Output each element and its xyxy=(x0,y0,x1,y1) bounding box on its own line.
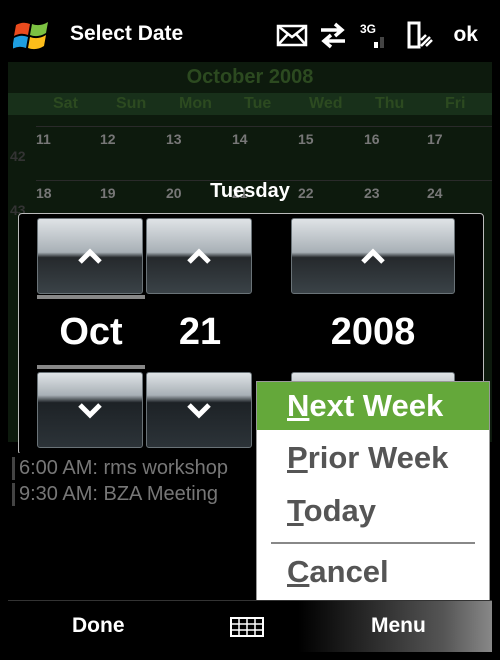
chevron-up-icon xyxy=(361,248,385,264)
calendar-day[interactable]: 13 xyxy=(166,131,182,147)
envelope-icon[interactable] xyxy=(276,20,308,50)
phone-icon[interactable] xyxy=(404,20,434,50)
calendar-day[interactable]: 17 xyxy=(427,131,443,147)
day-value[interactable]: 21 xyxy=(146,311,254,354)
keyboard-icon[interactable] xyxy=(230,617,264,637)
calendar-day[interactable]: 16 xyxy=(364,131,380,147)
menu-item-label: ancel xyxy=(309,554,389,589)
calendar-day[interactable]: 14 xyxy=(232,131,248,147)
windows-start-icon[interactable] xyxy=(13,19,51,53)
month-down-button[interactable] xyxy=(37,372,143,448)
month-value[interactable]: Oct xyxy=(37,311,145,354)
device-screen: Select Date 3G ok October 2008 Sat Sun M… xyxy=(8,8,492,652)
month-selection-line xyxy=(37,295,145,299)
menu-item-cancel[interactable]: Cancel xyxy=(257,548,489,596)
mnemonic: C xyxy=(287,554,310,589)
year-value[interactable]: 2008 xyxy=(291,311,455,354)
3g-signal-icon[interactable]: 3G xyxy=(358,20,386,50)
popup-menu: Next Week Prior Week Today Cancel xyxy=(256,381,490,601)
weekday-label: Fri xyxy=(445,95,466,112)
done-softkey[interactable]: Done xyxy=(72,614,125,638)
svg-text:3G: 3G xyxy=(360,22,376,36)
ok-button[interactable]: ok xyxy=(453,23,478,47)
calendar-week-row: 11 12 13 14 15 16 17 xyxy=(36,126,492,181)
menu-item-label: ext Week xyxy=(309,388,444,423)
weekday-label: Tue xyxy=(244,95,272,112)
year-up-button[interactable] xyxy=(291,218,455,294)
mnemonic: N xyxy=(287,388,310,423)
softkey-bar: Done Menu xyxy=(8,600,492,652)
weekday-label: Sun xyxy=(116,95,147,112)
mnemonic: P xyxy=(287,440,308,475)
weekday-label: Wed xyxy=(309,95,343,112)
chevron-down-icon xyxy=(187,403,211,419)
menu-item-label: rior Week xyxy=(307,440,449,475)
weekday-label: Sat xyxy=(53,95,78,112)
menu-softkey[interactable]: Menu xyxy=(371,614,426,638)
menu-item-prior-week[interactable]: Prior Week xyxy=(257,434,489,482)
menu-divider xyxy=(271,542,475,544)
title-bar: Select Date 3G ok xyxy=(8,8,492,62)
month-up-button[interactable] xyxy=(37,218,143,294)
menu-item-next-week[interactable]: Next Week xyxy=(257,382,489,430)
calendar-day[interactable]: 15 xyxy=(298,131,314,147)
selected-weekday-label: Tuesday xyxy=(210,180,290,202)
week-number: 42 xyxy=(10,148,26,164)
day-up-button[interactable] xyxy=(146,218,252,294)
mnemonic: T xyxy=(287,493,304,528)
weekday-header: Sat Sun Mon Tue Wed Thu Fri xyxy=(8,93,492,115)
window-title: Select Date xyxy=(70,22,184,45)
weekday-label: Mon xyxy=(179,95,212,112)
month-selection-line xyxy=(37,365,145,369)
calendar-day[interactable]: 11 xyxy=(36,131,51,147)
chevron-up-icon xyxy=(187,248,211,264)
calendar-month-title: October 2008 xyxy=(186,66,314,88)
chevron-up-icon xyxy=(78,248,102,264)
appointment-item[interactable]: 9:30 AM: BZA Meeting xyxy=(12,483,218,506)
day-down-button[interactable] xyxy=(146,372,252,448)
appointment-item[interactable]: 6:00 AM: rms workshop xyxy=(12,457,228,480)
menu-item-today[interactable]: Today xyxy=(257,487,489,535)
menu-item-label: oday xyxy=(303,493,376,528)
calendar-day[interactable]: 12 xyxy=(100,131,116,147)
weekday-label: Thu xyxy=(375,95,405,112)
chevron-down-icon xyxy=(78,403,102,419)
data-arrows-icon[interactable] xyxy=(317,20,349,50)
